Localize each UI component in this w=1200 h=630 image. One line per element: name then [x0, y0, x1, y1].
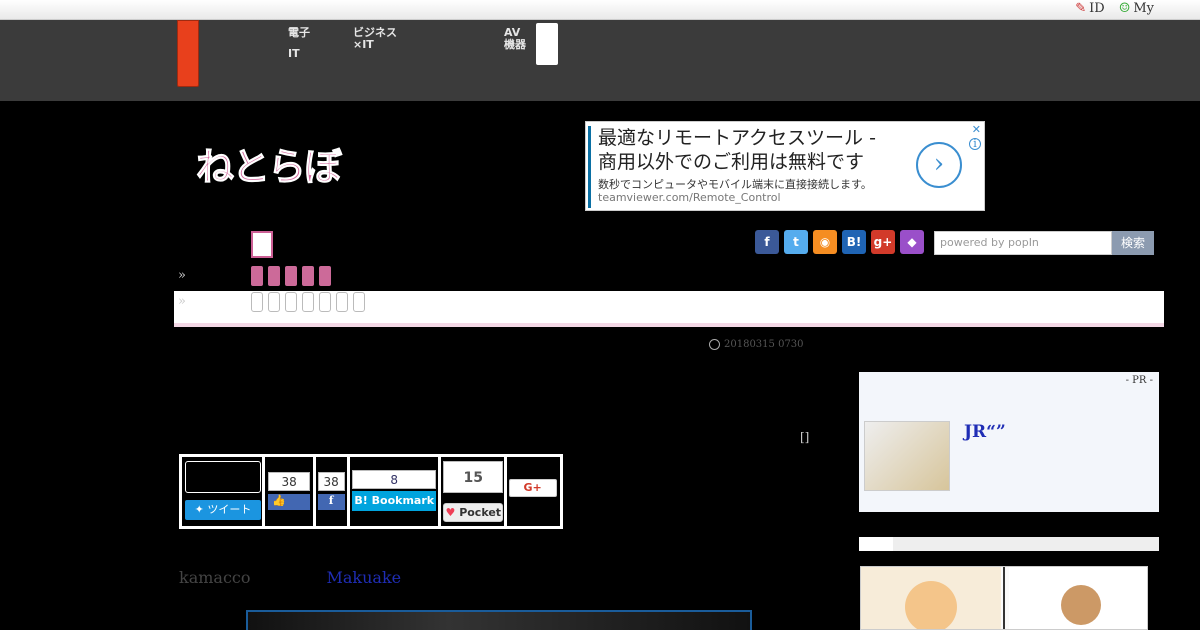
- article-byline: kamacco Makuake: [179, 568, 401, 587]
- share-buttons: ✦ ツイート 38 👍 38 f 8 B! Bookmark 15 ♥ Pock…: [179, 454, 563, 529]
- fb-share-count: 38: [317, 472, 345, 491]
- like-cell: 38 👍: [265, 457, 316, 526]
- like-button[interactable]: 👍: [268, 494, 311, 510]
- pr-box[interactable]: - PR - JR“”: [859, 372, 1159, 512]
- category-tabs-pink: [251, 266, 331, 286]
- social-links: f t ◉ B! g+ ◆: [755, 230, 924, 254]
- nav-item-electronics[interactable]: 電子 IT: [288, 27, 310, 60]
- breadcrumb-marker: »: [178, 294, 186, 309]
- my-link[interactable]: ☺ My: [1119, 1, 1154, 16]
- subcategory-tab[interactable]: [285, 292, 297, 312]
- manga-illustration: [861, 567, 1147, 629]
- sidebar-tab[interactable]: [859, 537, 893, 551]
- nav-item-av[interactable]: AV 機器: [504, 27, 526, 51]
- sidebar-tab-strip: [859, 537, 1159, 551]
- article-hero-image: [246, 610, 752, 630]
- subcategory-tab[interactable]: [302, 292, 314, 312]
- pocket-icon: ♥: [445, 506, 460, 519]
- pr-thumbnail[interactable]: [864, 421, 950, 491]
- chevron-right-icon[interactable]: ›: [916, 142, 962, 188]
- fb-share-cell: 38 f: [316, 457, 351, 526]
- main-nav: 電子 IT ビジネス ×IT AV 機器: [0, 20, 1200, 101]
- category-tab[interactable]: [319, 266, 331, 286]
- cat-icon[interactable]: ◆: [900, 230, 924, 254]
- site-search: powered by popIn 検索: [934, 231, 1154, 255]
- pencil-icon: ✎: [1075, 1, 1087, 16]
- facebook-icon[interactable]: f: [755, 230, 779, 254]
- top-utility-bar: ✎ ID ☺ My: [0, 0, 1200, 20]
- subcategory-tab[interactable]: [319, 292, 331, 312]
- user-icon: ☺: [1118, 1, 1131, 16]
- ad-banner[interactable]: 最適なリモートアクセスツール - 商用以外でのご利用は無料です 数秒でコンピュータ…: [585, 121, 985, 211]
- subcategory-tab[interactable]: [353, 292, 365, 312]
- pocket-button[interactable]: ♥ Pocket: [443, 503, 504, 522]
- like-count: 38: [268, 472, 311, 491]
- clock-icon: [709, 339, 720, 350]
- author-name: kamacco: [179, 568, 251, 587]
- googleplus-button[interactable]: G+: [508, 479, 557, 497]
- makuake-link[interactable]: Makuake: [327, 568, 402, 587]
- category-tab[interactable]: [302, 266, 314, 286]
- pocket-cell: 15 ♥ Pocket: [441, 457, 507, 526]
- twitter-icon: ✦: [194, 503, 208, 516]
- category-tab[interactable]: [285, 266, 297, 286]
- info-icon[interactable]: i: [969, 138, 981, 150]
- category-home-tab[interactable]: [251, 231, 273, 258]
- nav-item-blank[interactable]: [536, 23, 558, 65]
- nav-item-business[interactable]: ビジネス ×IT: [353, 27, 397, 51]
- thumbs-up-icon: 👍: [272, 494, 286, 507]
- facebook-icon[interactable]: f: [317, 494, 345, 510]
- tweet-count-box: [185, 461, 261, 493]
- ad-description: 数秒でコンピュータやモバイル端末に直接接続します。: [598, 178, 872, 191]
- gplus-cell: G+: [507, 457, 560, 526]
- close-icon[interactable]: ✕: [972, 123, 981, 136]
- twitter-icon[interactable]: t: [784, 230, 808, 254]
- site-logo[interactable]: ねとらぼ: [195, 136, 342, 191]
- pocket-count: 15: [443, 461, 504, 493]
- id-link[interactable]: ✎ ID: [1075, 1, 1104, 16]
- article-bracket: []: [800, 430, 810, 444]
- subcategory-tab[interactable]: [336, 292, 348, 312]
- article-date: 20180315 0730: [709, 339, 804, 350]
- googleplus-icon[interactable]: g+: [871, 230, 895, 254]
- pr-title[interactable]: JR“”: [964, 422, 1006, 442]
- subcategory-tab[interactable]: [251, 292, 263, 312]
- category-tab[interactable]: [251, 266, 263, 286]
- subcategory-tab[interactable]: [268, 292, 280, 312]
- ad-url: teamviewer.com/Remote_Control: [598, 191, 781, 204]
- nav-tab-active[interactable]: [177, 20, 199, 87]
- ad-accent-bar: [588, 126, 591, 208]
- category-tab[interactable]: [268, 266, 280, 286]
- rss-icon[interactable]: ◉: [813, 230, 837, 254]
- bookmark-count: 8: [352, 470, 437, 489]
- search-input[interactable]: powered by popIn: [934, 231, 1112, 255]
- hatena-bookmark-button[interactable]: B! Bookmark: [352, 491, 437, 511]
- subcategory-tabs: [251, 292, 365, 312]
- search-button[interactable]: 検索: [1112, 231, 1154, 255]
- breadcrumb-marker: »: [178, 268, 186, 283]
- top-links: ✎ ID ☺ My: [1075, 1, 1154, 16]
- pr-label: - PR -: [1125, 375, 1153, 386]
- ad-headline: 最適なリモートアクセスツール - 商用以外でのご利用は無料です: [598, 127, 876, 173]
- bookmark-cell: 8 B! Bookmark: [350, 457, 442, 526]
- manga-thumbnail[interactable]: [860, 566, 1148, 630]
- tweet-button[interactable]: ✦ ツイート: [185, 500, 261, 520]
- tweet-cell: ✦ ツイート: [182, 457, 266, 526]
- hatena-icon[interactable]: B!: [842, 230, 866, 254]
